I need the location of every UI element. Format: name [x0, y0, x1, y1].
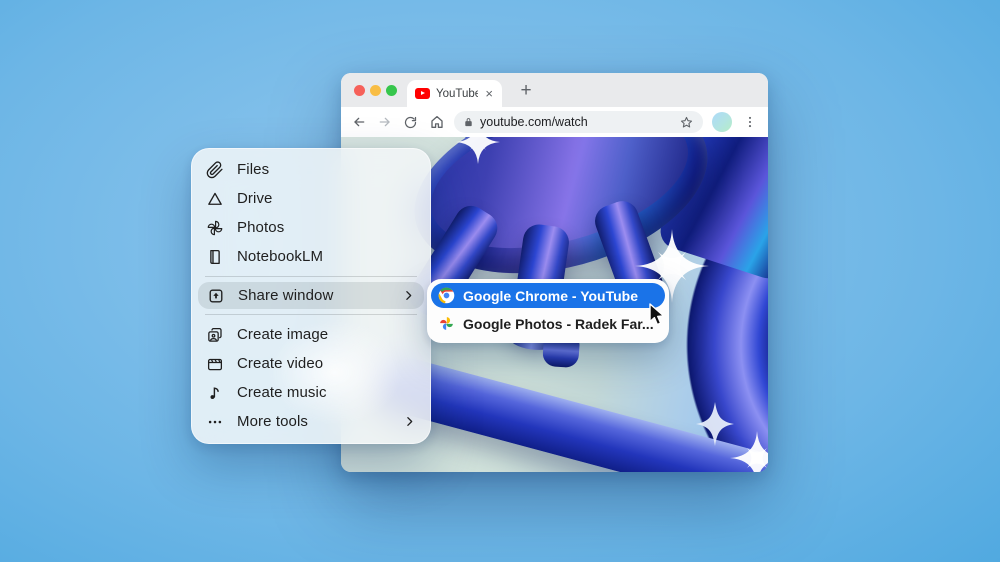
bookmark-star-icon[interactable]: [679, 115, 694, 130]
share-window-icon: [207, 287, 225, 305]
menu-item-share-window[interactable]: Share window: [198, 282, 424, 309]
submenu-item-chrome-youtube[interactable]: Google Chrome - YouTube: [431, 283, 665, 308]
new-tab-button[interactable]: +: [513, 78, 539, 104]
close-window-button[interactable]: [354, 85, 365, 96]
menu-item-more-tools[interactable]: More tools: [192, 407, 430, 436]
desktop-background: YouTube × + youtube.com/watch: [0, 0, 1000, 562]
menu-item-label: Create image: [237, 326, 416, 343]
google-drive-icon: [206, 190, 224, 208]
youtube-favicon: [415, 88, 430, 99]
lock-icon: [463, 116, 474, 128]
notebooklm-icon: [206, 248, 224, 266]
sparkle-icon: [455, 137, 501, 165]
menu-item-create-music[interactable]: Create music: [192, 378, 430, 407]
menu-item-label: More tools: [237, 413, 390, 430]
menu-item-create-video[interactable]: Create video: [192, 349, 430, 378]
create-video-icon: [206, 355, 224, 373]
more-tools-icon: [206, 413, 224, 431]
browser-menu-icon[interactable]: [741, 114, 758, 131]
window-controls: [354, 85, 397, 96]
chevron-right-icon: [402, 289, 415, 302]
menu-item-drive[interactable]: Drive: [192, 184, 430, 213]
gemini-tools-menu: Files Drive Photos NotebookLM Shar: [191, 148, 431, 444]
google-photos-icon: [438, 315, 455, 332]
menu-item-label: Photos: [237, 219, 416, 236]
tab-strip: YouTube × +: [341, 73, 768, 107]
menu-item-label: Create video: [237, 355, 416, 372]
zoom-window-button[interactable]: [386, 85, 397, 96]
google-photos-icon: [206, 219, 224, 237]
forward-icon[interactable]: [376, 114, 393, 131]
reload-icon[interactable]: [402, 114, 419, 131]
profile-avatar[interactable]: [712, 112, 732, 132]
share-window-submenu: Google Chrome - YouTube Google Photos - …: [427, 279, 669, 343]
menu-item-label: Drive: [237, 190, 416, 207]
submenu-item-google-photos[interactable]: Google Photos - Radek Far...: [431, 311, 665, 336]
mouse-cursor: [646, 302, 668, 328]
back-icon[interactable]: [350, 114, 367, 131]
tab-title: YouTube: [436, 88, 478, 100]
menu-item-label: Share window: [238, 287, 389, 304]
submenu-item-label: Google Chrome - YouTube: [463, 288, 638, 304]
minimize-window-button[interactable]: [370, 85, 381, 96]
create-image-icon: [206, 326, 224, 344]
menu-item-notebooklm[interactable]: NotebookLM: [192, 242, 430, 271]
menu-item-files[interactable]: Files: [192, 155, 430, 184]
menu-separator: [205, 314, 417, 315]
submenu-item-label: Google Photos - Radek Far...: [463, 316, 654, 332]
menu-item-label: NotebookLM: [237, 248, 416, 265]
menu-item-label: Create music: [237, 384, 416, 401]
menu-item-create-image[interactable]: Create image: [192, 320, 430, 349]
address-bar[interactable]: youtube.com/watch: [454, 111, 703, 133]
chevron-right-icon: [403, 415, 416, 428]
diamond-sparkle-icon: [694, 400, 736, 448]
menu-separator: [205, 276, 417, 277]
browser-toolbar: youtube.com/watch: [341, 107, 768, 137]
home-icon[interactable]: [428, 114, 445, 131]
tab-youtube[interactable]: YouTube ×: [407, 80, 502, 107]
paperclip-icon: [206, 161, 224, 179]
create-music-icon: [206, 384, 224, 402]
menu-item-photos[interactable]: Photos: [192, 213, 430, 242]
tab-close-icon[interactable]: ×: [484, 87, 494, 100]
chrome-icon: [438, 287, 455, 304]
menu-item-label: Files: [237, 161, 416, 178]
url-text: youtube.com/watch: [480, 115, 673, 129]
